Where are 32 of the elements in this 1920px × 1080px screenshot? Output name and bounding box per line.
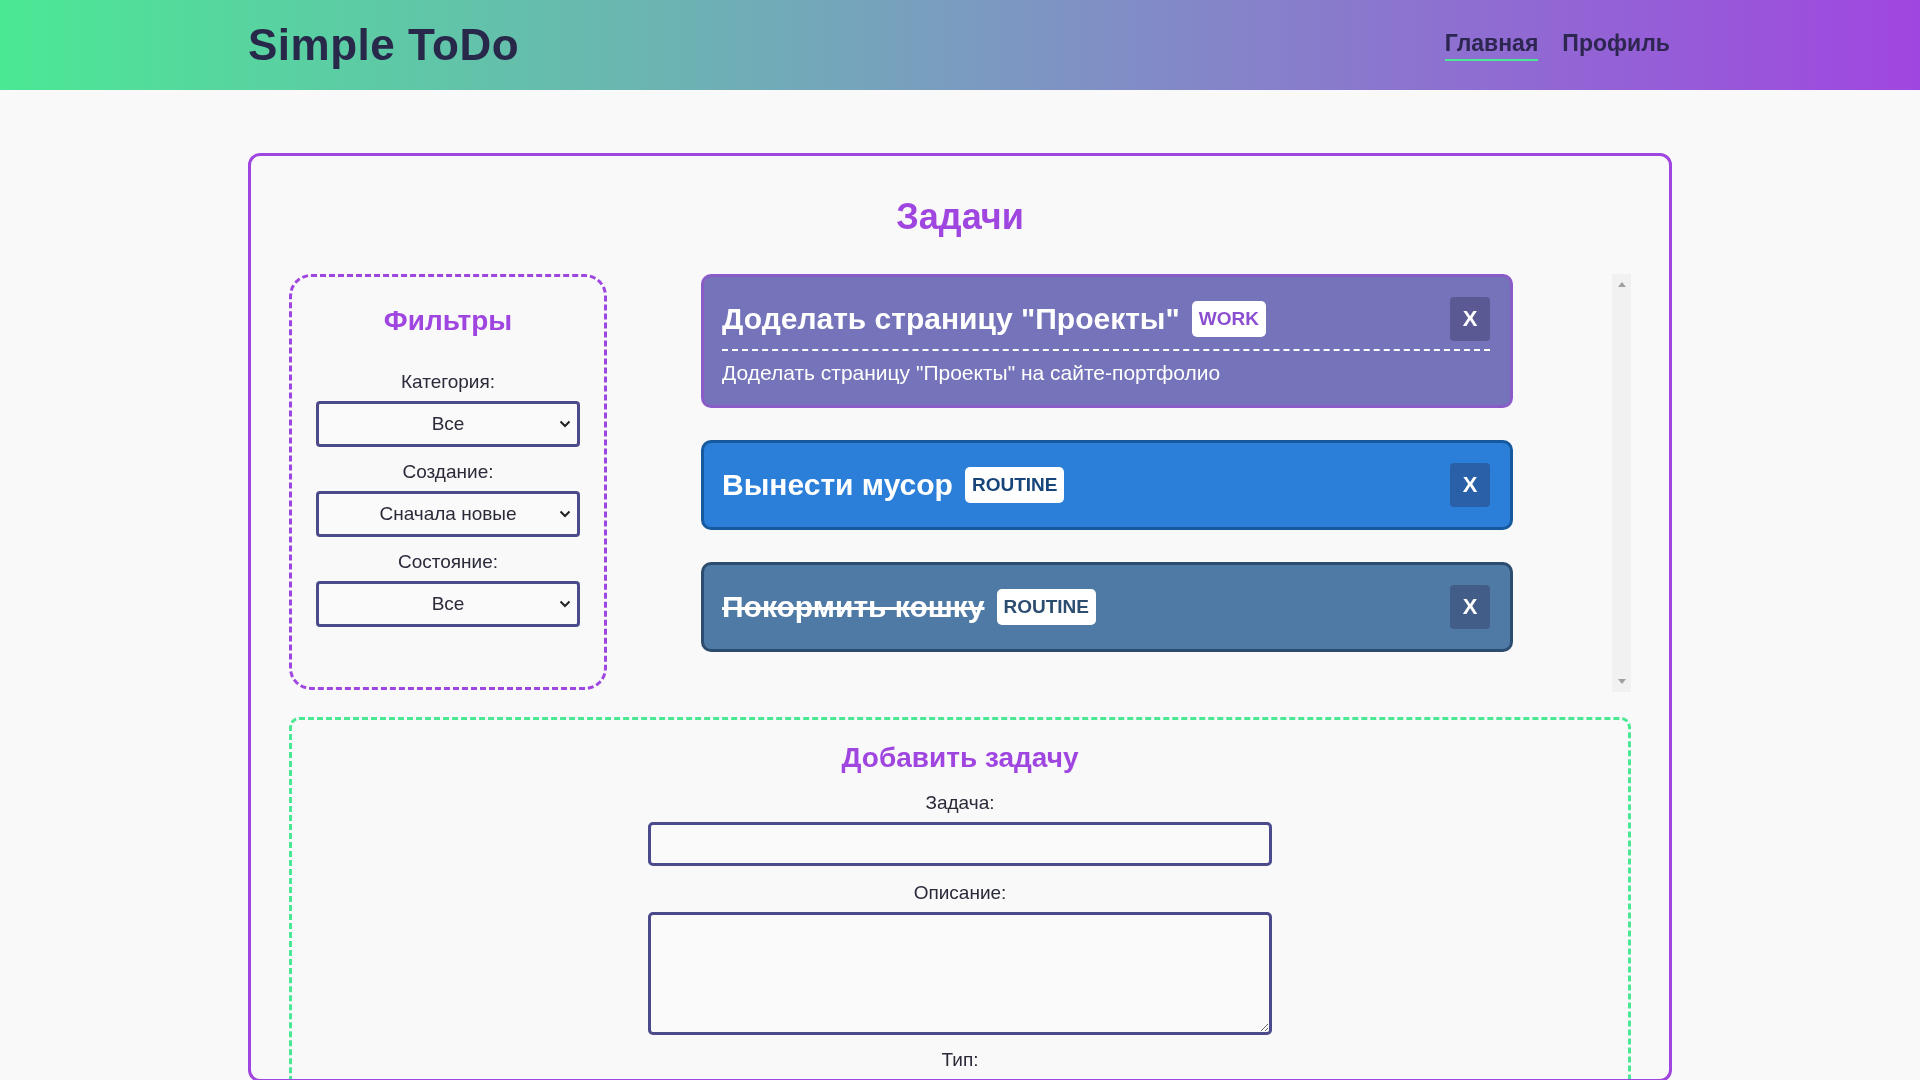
task-title: Доделать страницу "Проекты" <box>722 302 1180 336</box>
task-title: Покормить кошку <box>722 590 985 624</box>
page-title: Задачи <box>895 196 1025 238</box>
task-description: Доделать страницу "Проекты" на сайте-портфолио <box>722 361 1222 385</box>
field-label: Тип: <box>941 1049 979 1071</box>
field-label: Задача: <box>925 792 995 814</box>
task-title: Вынести мусор <box>722 468 953 502</box>
logo: Simple ToDo <box>248 20 520 70</box>
category-tag: ROUTINE <box>964 467 1065 503</box>
filter-select[interactable]: Все <box>316 581 580 627</box>
chevron-down-icon <box>559 420 571 428</box>
chevron-down-icon <box>559 600 571 608</box>
scrollbar[interactable] <box>1612 274 1631 692</box>
filters-title: Фильтры <box>382 305 514 337</box>
filter-select[interactable]: Все <box>316 401 580 447</box>
add-task-title: Добавить задачу <box>841 742 1079 774</box>
filter-select[interactable]: Сначала новые <box>316 491 580 537</box>
scroll-down-icon[interactable] <box>1617 679 1626 684</box>
delete-button[interactable]: X <box>1450 463 1490 507</box>
delete-button[interactable]: X <box>1450 585 1490 629</box>
chevron-down-icon <box>559 510 571 518</box>
field-label: Создание: <box>401 461 495 483</box>
category-tag: ROUTINE <box>996 589 1096 625</box>
scroll-up-icon[interactable] <box>1617 282 1626 287</box>
field-label: Описание: <box>913 882 1007 904</box>
field-label: Категория: <box>399 371 497 393</box>
category-tag: WORK <box>1191 301 1266 337</box>
description-textarea[interactable] <box>648 912 1272 1035</box>
task-input[interactable] <box>648 822 1272 866</box>
nav-link[interactable]: Главная <box>1444 29 1539 61</box>
field-label: Состояние: <box>396 551 500 573</box>
delete-button[interactable]: X <box>1450 297 1490 341</box>
